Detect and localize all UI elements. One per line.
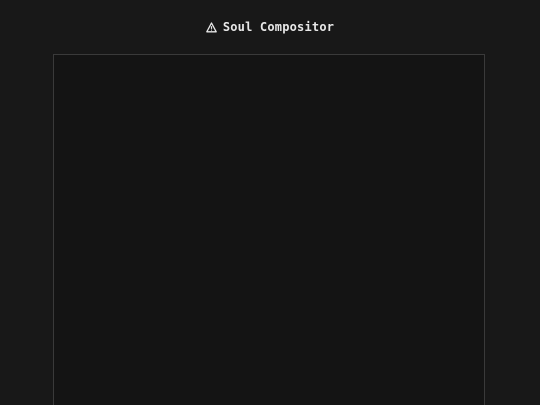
app-header: Soul Compositor — [0, 0, 540, 54]
app-title-text: Soul Compositor — [222, 20, 335, 34]
app-title: Soul Compositor — [205, 20, 335, 34]
compositor-canvas[interactable] — [53, 54, 485, 405]
warning-triangle-icon — [205, 21, 217, 33]
